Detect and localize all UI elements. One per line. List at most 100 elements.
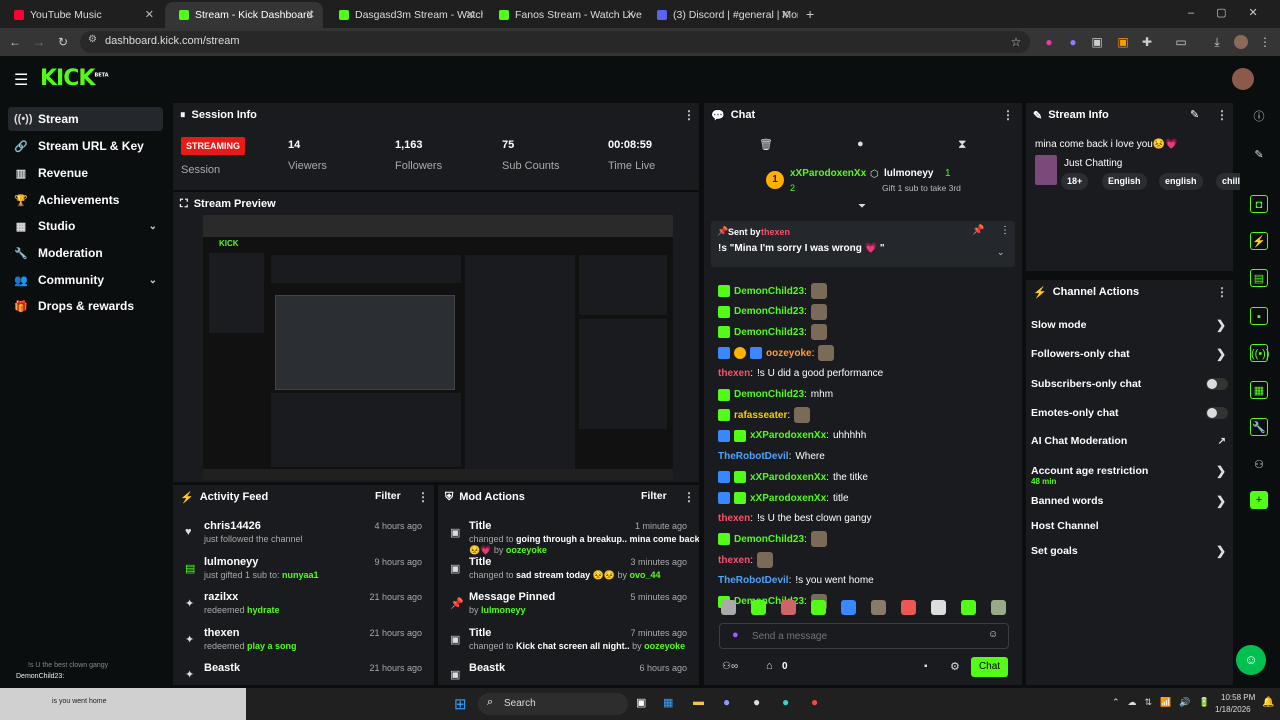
sidebar-item-stream-url-key[interactable]: 🔗 Stream URL & Key	[8, 134, 163, 158]
reload-icon[interactable]: ↻	[56, 35, 70, 49]
folder-icon[interactable]: ▬	[693, 696, 704, 708]
emote-icon[interactable]	[751, 600, 766, 615]
activity-link[interactable]: play a song	[247, 641, 297, 651]
category-name[interactable]: Just Chatting	[1064, 158, 1122, 169]
toggle-switch[interactable]	[1206, 378, 1228, 390]
top-gifter-name[interactable]: xXParodoxenXx	[790, 168, 866, 179]
user-avatar[interactable]	[1232, 68, 1254, 90]
activity-username[interactable]: lulmoneyy	[204, 556, 258, 568]
users-icon[interactable]: ⚇	[1250, 456, 1268, 474]
chat-message[interactable]: thexen: !s U the best clown gangy	[718, 509, 872, 529]
hourglass-icon[interactable]: ⧗	[958, 137, 966, 152]
chat-message[interactable]: thexen: !s U did a good performance	[718, 364, 883, 384]
browser-tab[interactable]: (3) Discord | #general | Money✕	[643, 2, 798, 28]
toggle-switch[interactable]	[1206, 407, 1228, 419]
emote-icon[interactable]	[931, 600, 946, 615]
unpin-icon[interactable]: 📌	[972, 225, 984, 236]
chevron-down-icon[interactable]: ⌄	[997, 247, 1005, 258]
floating-chat-bubble-button[interactable]: ☺	[1236, 645, 1266, 675]
chat-username[interactable]: TheRobotDevil	[718, 575, 789, 586]
bookmark-star-icon[interactable]: ☆	[1009, 35, 1023, 49]
tab-close-icon[interactable]: ✕	[626, 8, 635, 21]
chat-username[interactable]: DemonChild23	[734, 306, 804, 317]
channel-action-slow-mode[interactable]: Slow mode ❯	[1031, 315, 1226, 335]
wrench-icon[interactable]: 🔧	[1250, 418, 1268, 436]
external-link-icon[interactable]: ↗	[1218, 436, 1226, 447]
menu-icon[interactable]: ⋮	[1258, 35, 1272, 49]
mic-icon[interactable]: ●	[732, 629, 739, 641]
chat-send-button[interactable]: Chat	[971, 657, 1008, 677]
chevron-right-icon[interactable]: ❯	[1216, 318, 1226, 332]
extension-icon[interactable]: ●	[1066, 35, 1080, 49]
url-input[interactable]: ⚙ dashboard.kick.com/stream	[80, 31, 1030, 53]
extensions-puzzle-icon[interactable]: ✚	[1140, 35, 1154, 49]
channel-action-host-channel[interactable]: Host Channel	[1031, 516, 1226, 536]
channel-action-subscribers-only-chat[interactable]: Subscribers-only chat	[1031, 374, 1228, 394]
stream-preview-video[interactable]: KICK	[203, 215, 673, 480]
chat-message[interactable]: DemonChild23:	[718, 529, 827, 549]
activity-link[interactable]: nunyaa1	[282, 570, 319, 580]
profile-avatar-icon[interactable]	[1234, 35, 1248, 49]
steam-icon[interactable]: ●	[753, 695, 760, 709]
sidebar-item-community[interactable]: 👥 Community ⌄	[8, 268, 163, 292]
chat-message[interactable]: DemonChild23: mhm	[718, 385, 833, 405]
collapse-icon[interactable]: ⏷	[858, 201, 866, 212]
pinned-message[interactable]: 📌 Sent by thexen 📌 ⋮ !s "Mina I'm sorry …	[711, 221, 1015, 267]
sidebar-item-revenue[interactable]: ▥ Revenue	[8, 161, 163, 185]
channel-action-ai-chat-moderation[interactable]: AI Chat Moderation ↗	[1031, 431, 1226, 451]
emoji-icon[interactable]: ☺	[988, 629, 998, 640]
kebab-menu-icon[interactable]: ⋮	[683, 490, 695, 504]
chat-username[interactable]: DemonChild23	[734, 327, 804, 338]
chat-username[interactable]: xXParodoxenXx	[750, 430, 826, 441]
mod-action-user[interactable]: lulmoneyy	[481, 605, 526, 615]
activity-username[interactable]: thexen	[204, 627, 239, 639]
pencil-icon[interactable]: ✎	[1250, 146, 1268, 164]
broadcast-icon[interactable]: ((•))	[1250, 344, 1270, 362]
gear-icon[interactable]: ⚙	[950, 660, 960, 673]
kebab-menu-icon[interactable]: ⋮	[683, 108, 695, 122]
chat-username[interactable]: thexen	[718, 513, 750, 524]
info-icon[interactable]: ⓘ	[1250, 108, 1268, 126]
chat-username[interactable]: DemonChild23	[734, 286, 804, 297]
discord-icon[interactable]: ●	[723, 695, 730, 709]
camera-icon[interactable]: ◘	[1250, 195, 1268, 213]
channel-action-banned-words[interactable]: Banned words ❯	[1031, 491, 1226, 511]
chevron-down-icon[interactable]: ⌄	[149, 275, 157, 286]
chat-username[interactable]: xXParodoxenXx	[750, 472, 826, 483]
chat-message[interactable]: TheRobotDevil: !s you went home	[718, 571, 874, 591]
browser-tab[interactable]: Stream - Kick Dashboard ✕	[165, 2, 323, 28]
channel-action-emotes-only-chat[interactable]: Emotes-only chat	[1031, 403, 1228, 423]
emote-icon[interactable]	[841, 600, 856, 615]
kick-logo[interactable]: KICKBETA	[40, 66, 109, 91]
sidebar-item-drops-rewards[interactable]: 🎁 Drops & rewards	[8, 294, 163, 318]
notification-icon[interactable]: 🔔	[1262, 697, 1274, 708]
extension-icon[interactable]: ●	[1042, 35, 1056, 49]
chat-username[interactable]: thexen	[718, 368, 750, 379]
activity-username[interactable]: chris14426	[204, 520, 261, 532]
sidebar-item-achievements[interactable]: 🏆 Achievements	[8, 188, 163, 212]
activity-item[interactable]: ▤ lulmoneyy 9 hours ago just gifted 1 sub t…	[173, 554, 434, 590]
activity-link[interactable]: hydrate	[247, 605, 280, 615]
chat-username[interactable]: TheRobotDevil	[718, 451, 789, 462]
kebab-menu-icon[interactable]: ⋮	[417, 490, 429, 504]
chat-message[interactable]: xXParodoxenXx: uhhhhh	[718, 426, 866, 446]
chat-message[interactable]: thexen:	[718, 550, 774, 570]
site-info-icon[interactable]: ⚙	[88, 34, 97, 45]
bolt-icon[interactable]: ⚡	[1250, 232, 1268, 250]
taskbar-search-box[interactable]: ⌕ Search	[478, 693, 628, 715]
browser-tab[interactable]: YouTube Music ✕	[0, 2, 162, 28]
extension-icon[interactable]: ▣	[1116, 35, 1130, 49]
activity-item[interactable]: ♥ chris14426 4 hours ago just followed the …	[173, 518, 434, 554]
chat-message[interactable]: oozeyoke:	[718, 343, 835, 363]
chat-icon[interactable]: ▪	[1250, 307, 1268, 325]
sidebar-item-stream[interactable]: ((•)) Stream	[8, 107, 163, 131]
activity-item[interactable]: ✦ Beastk 21 hours ago	[173, 660, 434, 685]
tray-icons[interactable]: ⌃☁⇅📶🔊🔋	[1112, 697, 1218, 708]
sidebar-item-studio[interactable]: ▦ Studio ⌄	[8, 214, 163, 238]
windows-start-icon[interactable]: ⊞	[454, 695, 467, 713]
trash-icon[interactable]: 🗑	[759, 138, 773, 151]
stream-tag[interactable]: 18+	[1061, 173, 1089, 190]
chat-username[interactable]: xXParodoxenXx	[750, 493, 826, 504]
mod-action-user[interactable]: ovo_44	[630, 570, 661, 580]
chevron-right-icon[interactable]: ❯	[1216, 464, 1226, 478]
